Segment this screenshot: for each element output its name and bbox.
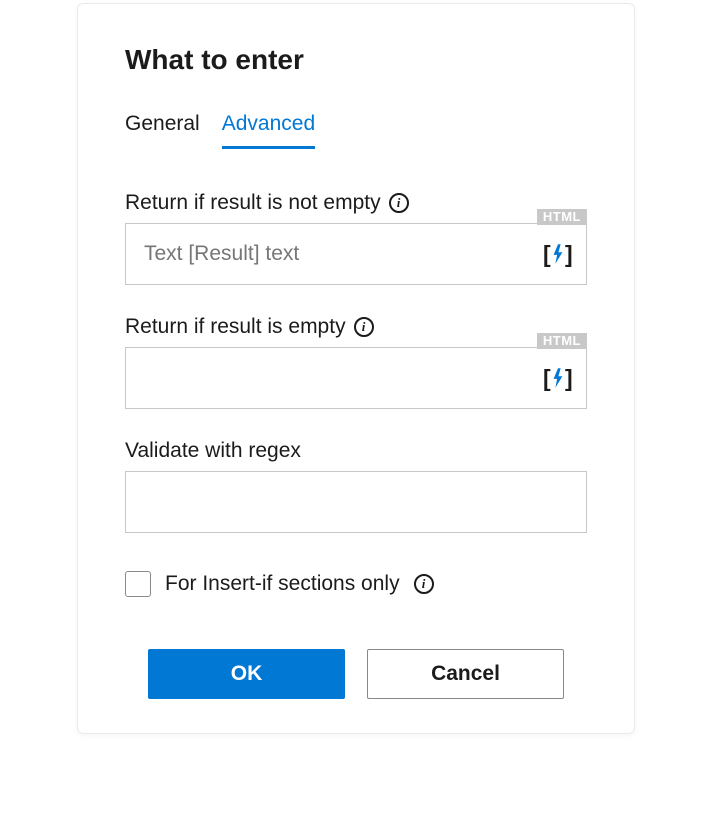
insert-variable-button[interactable]: [ ] — [543, 239, 573, 269]
html-badge: HTML — [537, 209, 587, 225]
field-label-row: Validate with regex — [125, 439, 587, 463]
field-return-empty: Return if result is empty i HTML [ ] — [125, 315, 587, 409]
svg-text:[: [ — [543, 241, 551, 267]
insert-variable-button[interactable]: [ ] — [543, 363, 573, 393]
svg-text:[: [ — [543, 365, 551, 391]
insert-if-checkbox[interactable] — [125, 571, 151, 597]
tab-advanced[interactable]: Advanced — [222, 112, 315, 149]
html-badge: HTML — [537, 333, 587, 349]
field-label: Validate with regex — [125, 439, 301, 463]
button-row: OK Cancel — [125, 649, 587, 699]
field-label-row: Return if result is empty i — [125, 315, 587, 339]
return-empty-input[interactable] — [125, 347, 587, 409]
svg-text:]: ] — [565, 241, 573, 267]
field-label: Return if result is not empty — [125, 191, 381, 215]
svg-text:]: ] — [565, 365, 573, 391]
info-icon[interactable]: i — [389, 193, 409, 213]
field-return-not-empty: Return if result is not empty i HTML [ ] — [125, 191, 587, 285]
dialog: What to enter General Advanced Return if… — [77, 3, 635, 734]
validate-regex-input[interactable] — [125, 471, 587, 533]
info-icon[interactable]: i — [354, 317, 374, 337]
input-wrapper: HTML [ ] — [125, 223, 587, 285]
tab-general[interactable]: General — [125, 112, 200, 149]
ok-button[interactable]: OK — [148, 649, 345, 699]
field-label-row: Return if result is not empty i — [125, 191, 587, 215]
field-label: Return if result is empty — [125, 315, 346, 339]
dialog-title: What to enter — [125, 44, 587, 76]
input-wrapper: HTML [ ] — [125, 347, 587, 409]
field-validate-regex: Validate with regex — [125, 439, 587, 533]
tabs: General Advanced — [125, 112, 587, 149]
cancel-button[interactable]: Cancel — [367, 649, 564, 699]
checkbox-row: For Insert-if sections only i — [125, 571, 587, 597]
input-wrapper — [125, 471, 587, 533]
checkbox-label: For Insert-if sections only — [165, 572, 400, 596]
info-icon[interactable]: i — [414, 574, 434, 594]
bolt-icon: [ ] — [543, 240, 573, 268]
bolt-icon: [ ] — [543, 364, 573, 392]
return-not-empty-input[interactable] — [125, 223, 587, 285]
